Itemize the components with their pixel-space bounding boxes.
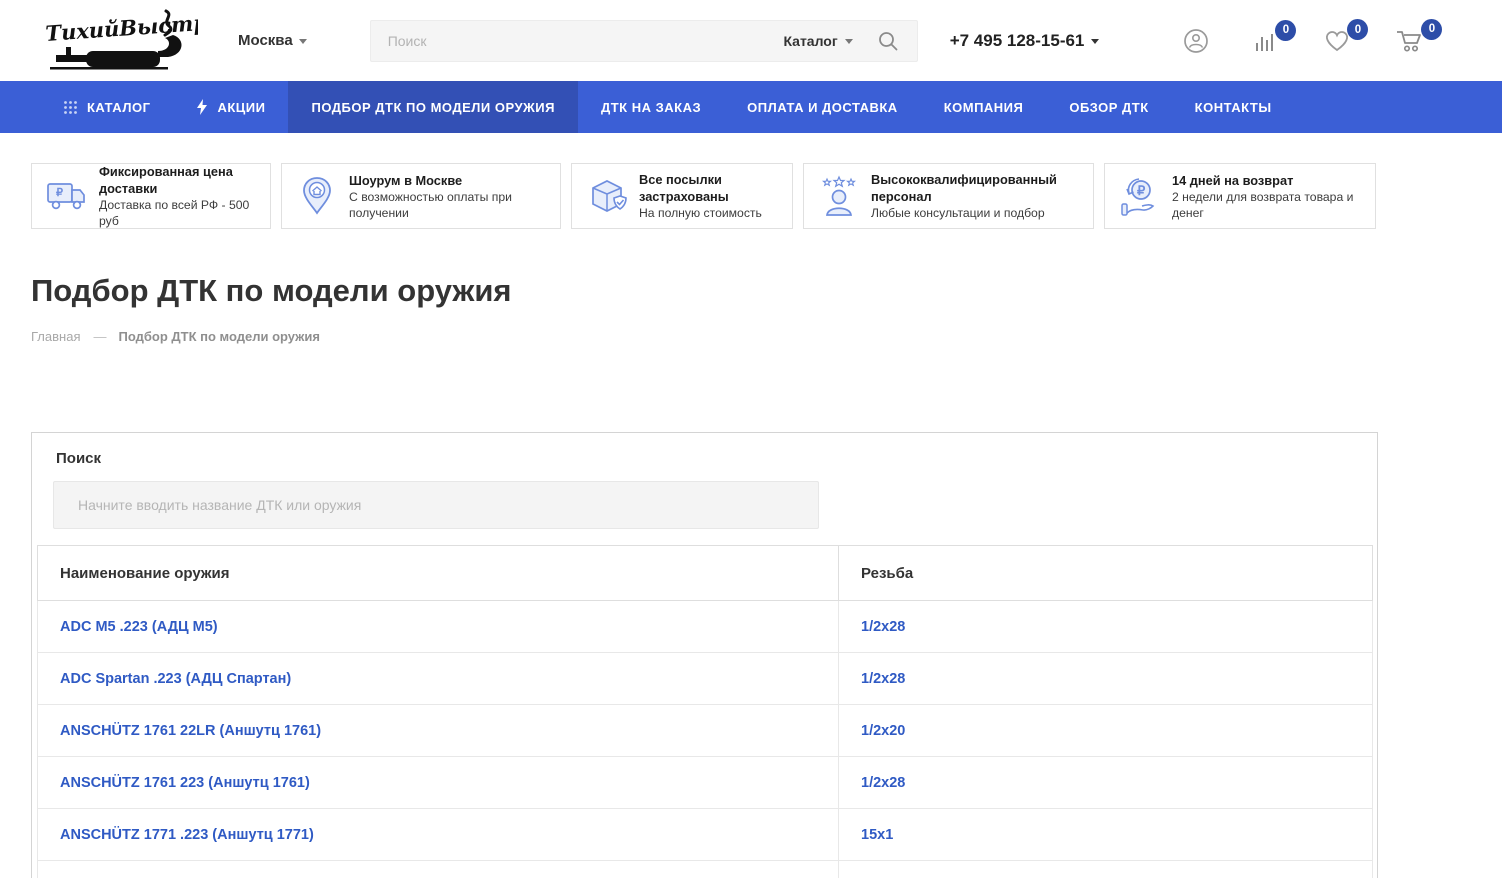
table-row: ADC M5 .223 (АДЦ М5) 1/2x28: [38, 601, 1373, 653]
weapon-link[interactable]: ANSCHÜTZ 1761 223 (Аншутц 1761): [60, 775, 310, 791]
favorites-button[interactable]: 0: [1323, 28, 1351, 53]
weapons-table: Наименование оружия Резьба ADC M5 .223 (…: [37, 545, 1373, 878]
grid-dots-icon: [63, 100, 78, 115]
feature-title: Шоурум в Москве: [349, 172, 550, 189]
cart-count-badge: 0: [1421, 19, 1442, 40]
site-header: ТихийВыстрел Москва Каталог +7 495 128-1…: [0, 0, 1502, 81]
nav-item-company[interactable]: КОМПАНИЯ: [921, 81, 1047, 133]
map-pin-icon: [295, 176, 339, 216]
feature-title: Все посылки застрахованы: [639, 171, 782, 205]
nav-item-label: ОПЛАТА И ДОСТАВКА: [747, 100, 898, 115]
feature-subtitle: Любые консультации и подбор: [871, 205, 1083, 221]
feature-showroom: Шоурум в Москве С возможностью оплаты пр…: [281, 163, 561, 229]
weapon-link[interactable]: ANSCHÜTZ 1761 22LR (Аншутц 1761): [60, 723, 321, 739]
thread-value[interactable]: 15x1: [861, 827, 893, 843]
breadcrumb-separator: —: [93, 329, 105, 344]
feature-subtitle: С возможностью оплаты при получении: [349, 189, 550, 221]
insured-package-icon: [585, 176, 629, 216]
nav-item-label: АКЦИИ: [217, 100, 265, 115]
header-icons: 0 0 0: [1139, 28, 1425, 54]
main-nav: КАТАЛОГ АКЦИИ ПОДБОР ДТК ПО МОДЕЛИ ОРУЖИ…: [0, 81, 1502, 133]
account-button[interactable]: [1183, 28, 1209, 54]
feature-delivery: ₽ Фиксированная цена доставки Доставка п…: [31, 163, 271, 229]
table-header-row: Наименование оружия Резьба: [38, 546, 1373, 601]
nav-item-label: КОНТАКТЫ: [1195, 100, 1272, 115]
weapon-link[interactable]: ADC M5 .223 (АДЦ М5): [60, 619, 218, 635]
nav-item-label: ОБЗОР ДТК: [1069, 100, 1148, 115]
table-row: ANSCHÜTZ 1761 22LR (Аншутц 1761) 1/2x20: [38, 705, 1373, 757]
svg-text:₽: ₽: [56, 187, 63, 199]
table-row: [38, 861, 1373, 878]
table-row: ANSCHÜTZ 1761 223 (Аншутц 1761) 1/2x28: [38, 757, 1373, 809]
feature-title: 14 дней на возврат: [1172, 172, 1365, 189]
thread-value[interactable]: 1/2x28: [861, 619, 905, 635]
nav-item-label: КАТАЛОГ: [87, 100, 150, 115]
weapon-link[interactable]: ANSCHÜTZ 1771 .223 (Аншутц 1771): [60, 827, 314, 843]
feature-title: Высококвалифицированный персонал: [871, 171, 1083, 205]
breadcrumb-current: Подбор ДТК по модели оружия: [118, 329, 320, 344]
catalog-dropdown-label: Каталог: [783, 33, 837, 49]
feature-subtitle: На полную стоимость: [639, 205, 782, 221]
phone-selector[interactable]: +7 495 128-15-61: [950, 31, 1100, 51]
money-return-icon: ₽: [1118, 175, 1162, 217]
column-header-weapon-name: Наименование оружия: [38, 546, 839, 601]
feature-subtitle: Доставка по всей РФ - 500 руб: [99, 197, 260, 229]
nav-item-promos[interactable]: АКЦИИ: [173, 81, 288, 133]
phone-number: +7 495 128-15-61: [950, 31, 1085, 51]
finder-search-label: Поиск: [56, 450, 1377, 467]
account-icon: [1183, 28, 1209, 54]
finder-search-input[interactable]: [53, 481, 819, 529]
lightning-icon: [196, 99, 208, 115]
compare-button[interactable]: 0: [1253, 29, 1279, 53]
city-selector[interactable]: Москва: [238, 32, 307, 49]
site-logo[interactable]: ТихийВыстрел: [38, 5, 198, 77]
chevron-down-icon: [845, 39, 853, 44]
nav-item-contacts[interactable]: КОНТАКТЫ: [1172, 81, 1295, 133]
header-search-input[interactable]: [371, 33, 784, 49]
feature-title: Фиксированная цена доставки: [99, 163, 260, 197]
dtk-finder-panel: Поиск Наименование оружия Резьба ADC M5 …: [31, 432, 1378, 878]
page-title: Подбор ДТК по модели оружия: [31, 273, 1502, 309]
city-label: Москва: [238, 32, 293, 49]
nav-item-catalog[interactable]: КАТАЛОГ: [40, 81, 173, 133]
chevron-down-icon: [299, 39, 307, 44]
feature-insurance: Все посылки застрахованы На полную стоим…: [571, 163, 793, 229]
thread-value[interactable]: 1/2x28: [861, 671, 905, 687]
nav-item-dtk-custom[interactable]: ДТК НА ЗАКАЗ: [578, 81, 724, 133]
nav-item-label: ПОДБОР ДТК ПО МОДЕЛИ ОРУЖИЯ: [311, 100, 555, 115]
breadcrumb-home-link[interactable]: Главная: [31, 329, 80, 344]
feature-subtitle: 2 недели для возврата товара и денег: [1172, 189, 1365, 221]
silencer-logo-icon: ТихийВыстрел: [38, 5, 198, 77]
breadcrumb: Главная — Подбор ДТК по модели оружия: [31, 329, 1502, 344]
svg-text:₽: ₽: [1137, 183, 1146, 198]
favorites-count-badge: 0: [1347, 19, 1368, 40]
table-row: ADC Spartan .223 (АДЦ Спартан) 1/2x28: [38, 653, 1373, 705]
weapon-link[interactable]: ADC Spartan .223 (АДЦ Спартан): [60, 671, 291, 687]
search-button[interactable]: [873, 30, 917, 52]
column-header-thread: Резьба: [839, 546, 1373, 601]
feature-return: ₽ 14 дней на возврат 2 недели для возвра…: [1104, 163, 1376, 229]
feature-staff: Высококвалифицированный персонал Любые к…: [803, 163, 1094, 229]
nav-item-label: КОМПАНИЯ: [944, 100, 1024, 115]
delivery-truck-icon: ₽: [45, 179, 89, 213]
search-icon: [877, 30, 899, 52]
header-search-bar: Каталог: [370, 20, 918, 62]
compare-count-badge: 0: [1275, 20, 1296, 41]
features-strip: ₽ Фиксированная цена доставки Доставка п…: [31, 163, 1471, 229]
cart-button[interactable]: 0: [1395, 28, 1425, 54]
nav-item-label: ДТК НА ЗАКАЗ: [601, 100, 701, 115]
chevron-down-icon: [1091, 39, 1099, 44]
qualified-staff-icon: [817, 175, 861, 217]
thread-value[interactable]: 1/2x20: [861, 723, 905, 739]
table-row: ANSCHÜTZ 1771 .223 (Аншутц 1771) 15x1: [38, 809, 1373, 861]
search-catalog-dropdown[interactable]: Каталог: [783, 33, 872, 49]
nav-item-dtk-review[interactable]: ОБЗОР ДТК: [1046, 81, 1171, 133]
nav-item-payment-delivery[interactable]: ОПЛАТА И ДОСТАВКА: [724, 81, 921, 133]
nav-item-dtk-finder[interactable]: ПОДБОР ДТК ПО МОДЕЛИ ОРУЖИЯ: [288, 81, 578, 133]
thread-value[interactable]: 1/2x28: [861, 775, 905, 791]
